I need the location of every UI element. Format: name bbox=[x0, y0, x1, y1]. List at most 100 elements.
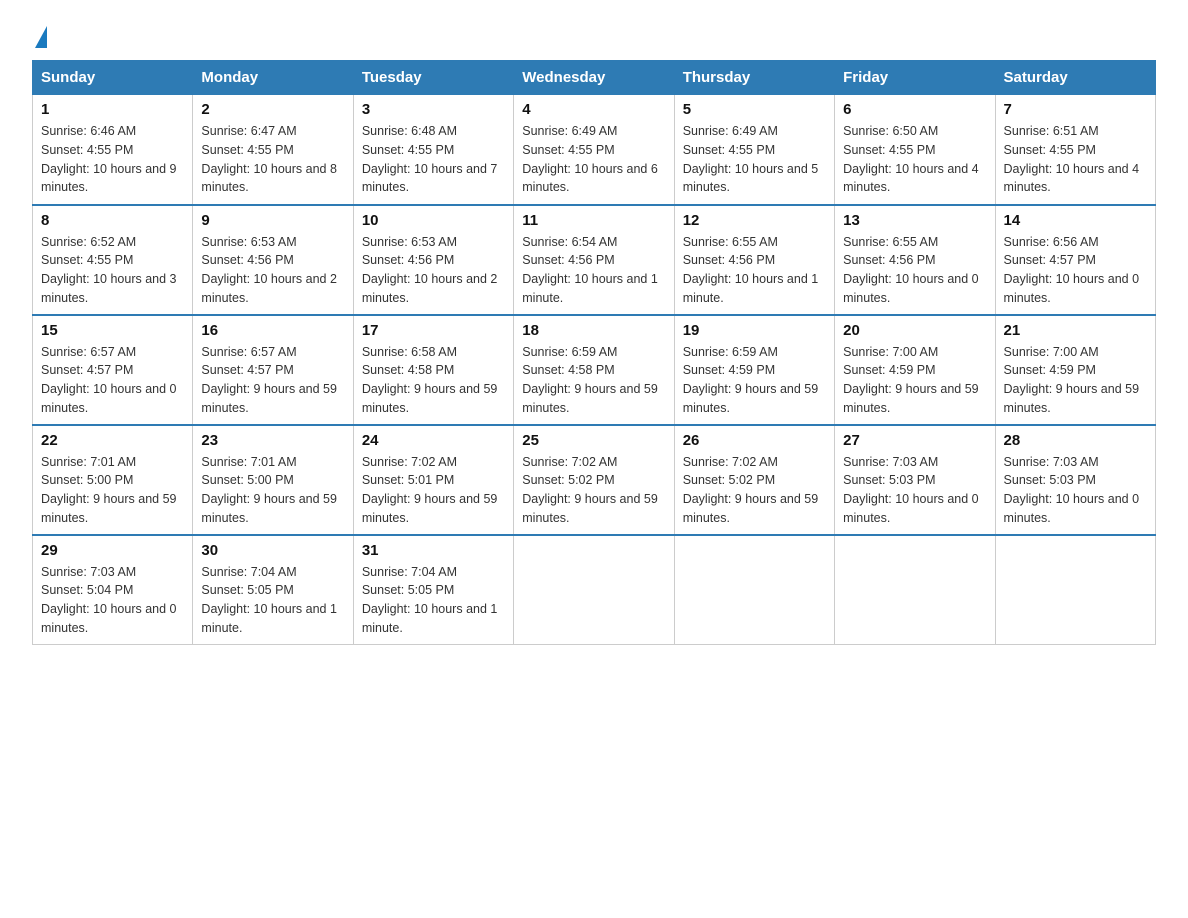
day-info: Sunrise: 7:00 AM Sunset: 4:59 PM Dayligh… bbox=[1004, 343, 1147, 418]
calendar-cell: 13 Sunrise: 6:55 AM Sunset: 4:56 PM Dayl… bbox=[835, 205, 995, 315]
day-info: Sunrise: 6:50 AM Sunset: 4:55 PM Dayligh… bbox=[843, 122, 986, 197]
calendar-cell bbox=[835, 535, 995, 645]
calendar-cell: 20 Sunrise: 7:00 AM Sunset: 4:59 PM Dayl… bbox=[835, 315, 995, 425]
day-info: Sunrise: 6:47 AM Sunset: 4:55 PM Dayligh… bbox=[201, 122, 344, 197]
day-info: Sunrise: 6:55 AM Sunset: 4:56 PM Dayligh… bbox=[683, 233, 826, 308]
calendar-cell: 18 Sunrise: 6:59 AM Sunset: 4:58 PM Dayl… bbox=[514, 315, 674, 425]
day-info: Sunrise: 7:04 AM Sunset: 5:05 PM Dayligh… bbox=[362, 563, 505, 638]
calendar-cell: 22 Sunrise: 7:01 AM Sunset: 5:00 PM Dayl… bbox=[33, 425, 193, 535]
calendar-table: SundayMondayTuesdayWednesdayThursdayFrid… bbox=[32, 60, 1156, 645]
day-info: Sunrise: 6:51 AM Sunset: 4:55 PM Dayligh… bbox=[1004, 122, 1147, 197]
logo-triangle-icon bbox=[35, 26, 47, 48]
column-header-saturday: Saturday bbox=[995, 61, 1155, 95]
calendar-cell: 19 Sunrise: 6:59 AM Sunset: 4:59 PM Dayl… bbox=[674, 315, 834, 425]
day-number: 10 bbox=[362, 212, 505, 229]
calendar-cell: 15 Sunrise: 6:57 AM Sunset: 4:57 PM Dayl… bbox=[33, 315, 193, 425]
calendar-cell: 8 Sunrise: 6:52 AM Sunset: 4:55 PM Dayli… bbox=[33, 205, 193, 315]
calendar-cell: 12 Sunrise: 6:55 AM Sunset: 4:56 PM Dayl… bbox=[674, 205, 834, 315]
calendar-cell: 17 Sunrise: 6:58 AM Sunset: 4:58 PM Dayl… bbox=[353, 315, 513, 425]
column-header-monday: Monday bbox=[193, 61, 353, 95]
day-info: Sunrise: 7:01 AM Sunset: 5:00 PM Dayligh… bbox=[41, 453, 184, 528]
day-info: Sunrise: 7:02 AM Sunset: 5:01 PM Dayligh… bbox=[362, 453, 505, 528]
calendar-week-row: 22 Sunrise: 7:01 AM Sunset: 5:00 PM Dayl… bbox=[33, 425, 1156, 535]
day-number: 27 bbox=[843, 432, 986, 449]
calendar-cell: 16 Sunrise: 6:57 AM Sunset: 4:57 PM Dayl… bbox=[193, 315, 353, 425]
logo bbox=[32, 24, 47, 44]
day-info: Sunrise: 6:46 AM Sunset: 4:55 PM Dayligh… bbox=[41, 122, 184, 197]
day-number: 14 bbox=[1004, 212, 1147, 229]
day-number: 11 bbox=[522, 212, 665, 229]
calendar-cell: 2 Sunrise: 6:47 AM Sunset: 4:55 PM Dayli… bbox=[193, 95, 353, 205]
calendar-cell: 28 Sunrise: 7:03 AM Sunset: 5:03 PM Dayl… bbox=[995, 425, 1155, 535]
calendar-cell: 24 Sunrise: 7:02 AM Sunset: 5:01 PM Dayl… bbox=[353, 425, 513, 535]
column-header-friday: Friday bbox=[835, 61, 995, 95]
day-number: 28 bbox=[1004, 432, 1147, 449]
day-number: 8 bbox=[41, 212, 184, 229]
calendar-cell: 27 Sunrise: 7:03 AM Sunset: 5:03 PM Dayl… bbox=[835, 425, 995, 535]
day-number: 2 bbox=[201, 101, 344, 118]
day-info: Sunrise: 7:02 AM Sunset: 5:02 PM Dayligh… bbox=[522, 453, 665, 528]
day-info: Sunrise: 7:03 AM Sunset: 5:03 PM Dayligh… bbox=[843, 453, 986, 528]
day-number: 19 bbox=[683, 322, 826, 339]
day-number: 23 bbox=[201, 432, 344, 449]
calendar-cell: 7 Sunrise: 6:51 AM Sunset: 4:55 PM Dayli… bbox=[995, 95, 1155, 205]
calendar-cell: 29 Sunrise: 7:03 AM Sunset: 5:04 PM Dayl… bbox=[33, 535, 193, 645]
day-number: 12 bbox=[683, 212, 826, 229]
calendar-cell bbox=[995, 535, 1155, 645]
day-info: Sunrise: 6:55 AM Sunset: 4:56 PM Dayligh… bbox=[843, 233, 986, 308]
day-info: Sunrise: 7:03 AM Sunset: 5:04 PM Dayligh… bbox=[41, 563, 184, 638]
day-info: Sunrise: 6:58 AM Sunset: 4:58 PM Dayligh… bbox=[362, 343, 505, 418]
calendar-week-row: 1 Sunrise: 6:46 AM Sunset: 4:55 PM Dayli… bbox=[33, 95, 1156, 205]
day-info: Sunrise: 6:49 AM Sunset: 4:55 PM Dayligh… bbox=[683, 122, 826, 197]
day-number: 20 bbox=[843, 322, 986, 339]
calendar-cell: 6 Sunrise: 6:50 AM Sunset: 4:55 PM Dayli… bbox=[835, 95, 995, 205]
column-header-thursday: Thursday bbox=[674, 61, 834, 95]
day-info: Sunrise: 6:53 AM Sunset: 4:56 PM Dayligh… bbox=[201, 233, 344, 308]
column-header-tuesday: Tuesday bbox=[353, 61, 513, 95]
day-number: 18 bbox=[522, 322, 665, 339]
calendar-cell: 30 Sunrise: 7:04 AM Sunset: 5:05 PM Dayl… bbox=[193, 535, 353, 645]
calendar-cell: 23 Sunrise: 7:01 AM Sunset: 5:00 PM Dayl… bbox=[193, 425, 353, 535]
day-info: Sunrise: 6:59 AM Sunset: 4:59 PM Dayligh… bbox=[683, 343, 826, 418]
day-number: 25 bbox=[522, 432, 665, 449]
day-number: 31 bbox=[362, 542, 505, 559]
column-header-wednesday: Wednesday bbox=[514, 61, 674, 95]
calendar-cell: 25 Sunrise: 7:02 AM Sunset: 5:02 PM Dayl… bbox=[514, 425, 674, 535]
day-info: Sunrise: 7:00 AM Sunset: 4:59 PM Dayligh… bbox=[843, 343, 986, 418]
day-info: Sunrise: 7:03 AM Sunset: 5:03 PM Dayligh… bbox=[1004, 453, 1147, 528]
calendar-week-row: 15 Sunrise: 6:57 AM Sunset: 4:57 PM Dayl… bbox=[33, 315, 1156, 425]
day-info: Sunrise: 6:59 AM Sunset: 4:58 PM Dayligh… bbox=[522, 343, 665, 418]
day-number: 17 bbox=[362, 322, 505, 339]
calendar-cell bbox=[514, 535, 674, 645]
day-number: 21 bbox=[1004, 322, 1147, 339]
day-number: 22 bbox=[41, 432, 184, 449]
day-info: Sunrise: 6:57 AM Sunset: 4:57 PM Dayligh… bbox=[201, 343, 344, 418]
day-number: 6 bbox=[843, 101, 986, 118]
day-info: Sunrise: 6:49 AM Sunset: 4:55 PM Dayligh… bbox=[522, 122, 665, 197]
calendar-cell bbox=[674, 535, 834, 645]
calendar-week-row: 8 Sunrise: 6:52 AM Sunset: 4:55 PM Dayli… bbox=[33, 205, 1156, 315]
day-number: 15 bbox=[41, 322, 184, 339]
day-info: Sunrise: 6:52 AM Sunset: 4:55 PM Dayligh… bbox=[41, 233, 184, 308]
calendar-cell: 14 Sunrise: 6:56 AM Sunset: 4:57 PM Dayl… bbox=[995, 205, 1155, 315]
day-number: 26 bbox=[683, 432, 826, 449]
calendar-cell: 11 Sunrise: 6:54 AM Sunset: 4:56 PM Dayl… bbox=[514, 205, 674, 315]
calendar-cell: 5 Sunrise: 6:49 AM Sunset: 4:55 PM Dayli… bbox=[674, 95, 834, 205]
day-number: 24 bbox=[362, 432, 505, 449]
calendar-cell: 10 Sunrise: 6:53 AM Sunset: 4:56 PM Dayl… bbox=[353, 205, 513, 315]
calendar-cell: 21 Sunrise: 7:00 AM Sunset: 4:59 PM Dayl… bbox=[995, 315, 1155, 425]
day-number: 29 bbox=[41, 542, 184, 559]
day-number: 13 bbox=[843, 212, 986, 229]
calendar-cell: 4 Sunrise: 6:49 AM Sunset: 4:55 PM Dayli… bbox=[514, 95, 674, 205]
calendar-cell: 31 Sunrise: 7:04 AM Sunset: 5:05 PM Dayl… bbox=[353, 535, 513, 645]
day-number: 30 bbox=[201, 542, 344, 559]
day-info: Sunrise: 6:48 AM Sunset: 4:55 PM Dayligh… bbox=[362, 122, 505, 197]
day-number: 1 bbox=[41, 101, 184, 118]
page-header bbox=[32, 24, 1156, 44]
day-info: Sunrise: 6:53 AM Sunset: 4:56 PM Dayligh… bbox=[362, 233, 505, 308]
calendar-cell: 1 Sunrise: 6:46 AM Sunset: 4:55 PM Dayli… bbox=[33, 95, 193, 205]
day-info: Sunrise: 6:56 AM Sunset: 4:57 PM Dayligh… bbox=[1004, 233, 1147, 308]
calendar-cell: 9 Sunrise: 6:53 AM Sunset: 4:56 PM Dayli… bbox=[193, 205, 353, 315]
day-number: 4 bbox=[522, 101, 665, 118]
calendar-cell: 3 Sunrise: 6:48 AM Sunset: 4:55 PM Dayli… bbox=[353, 95, 513, 205]
